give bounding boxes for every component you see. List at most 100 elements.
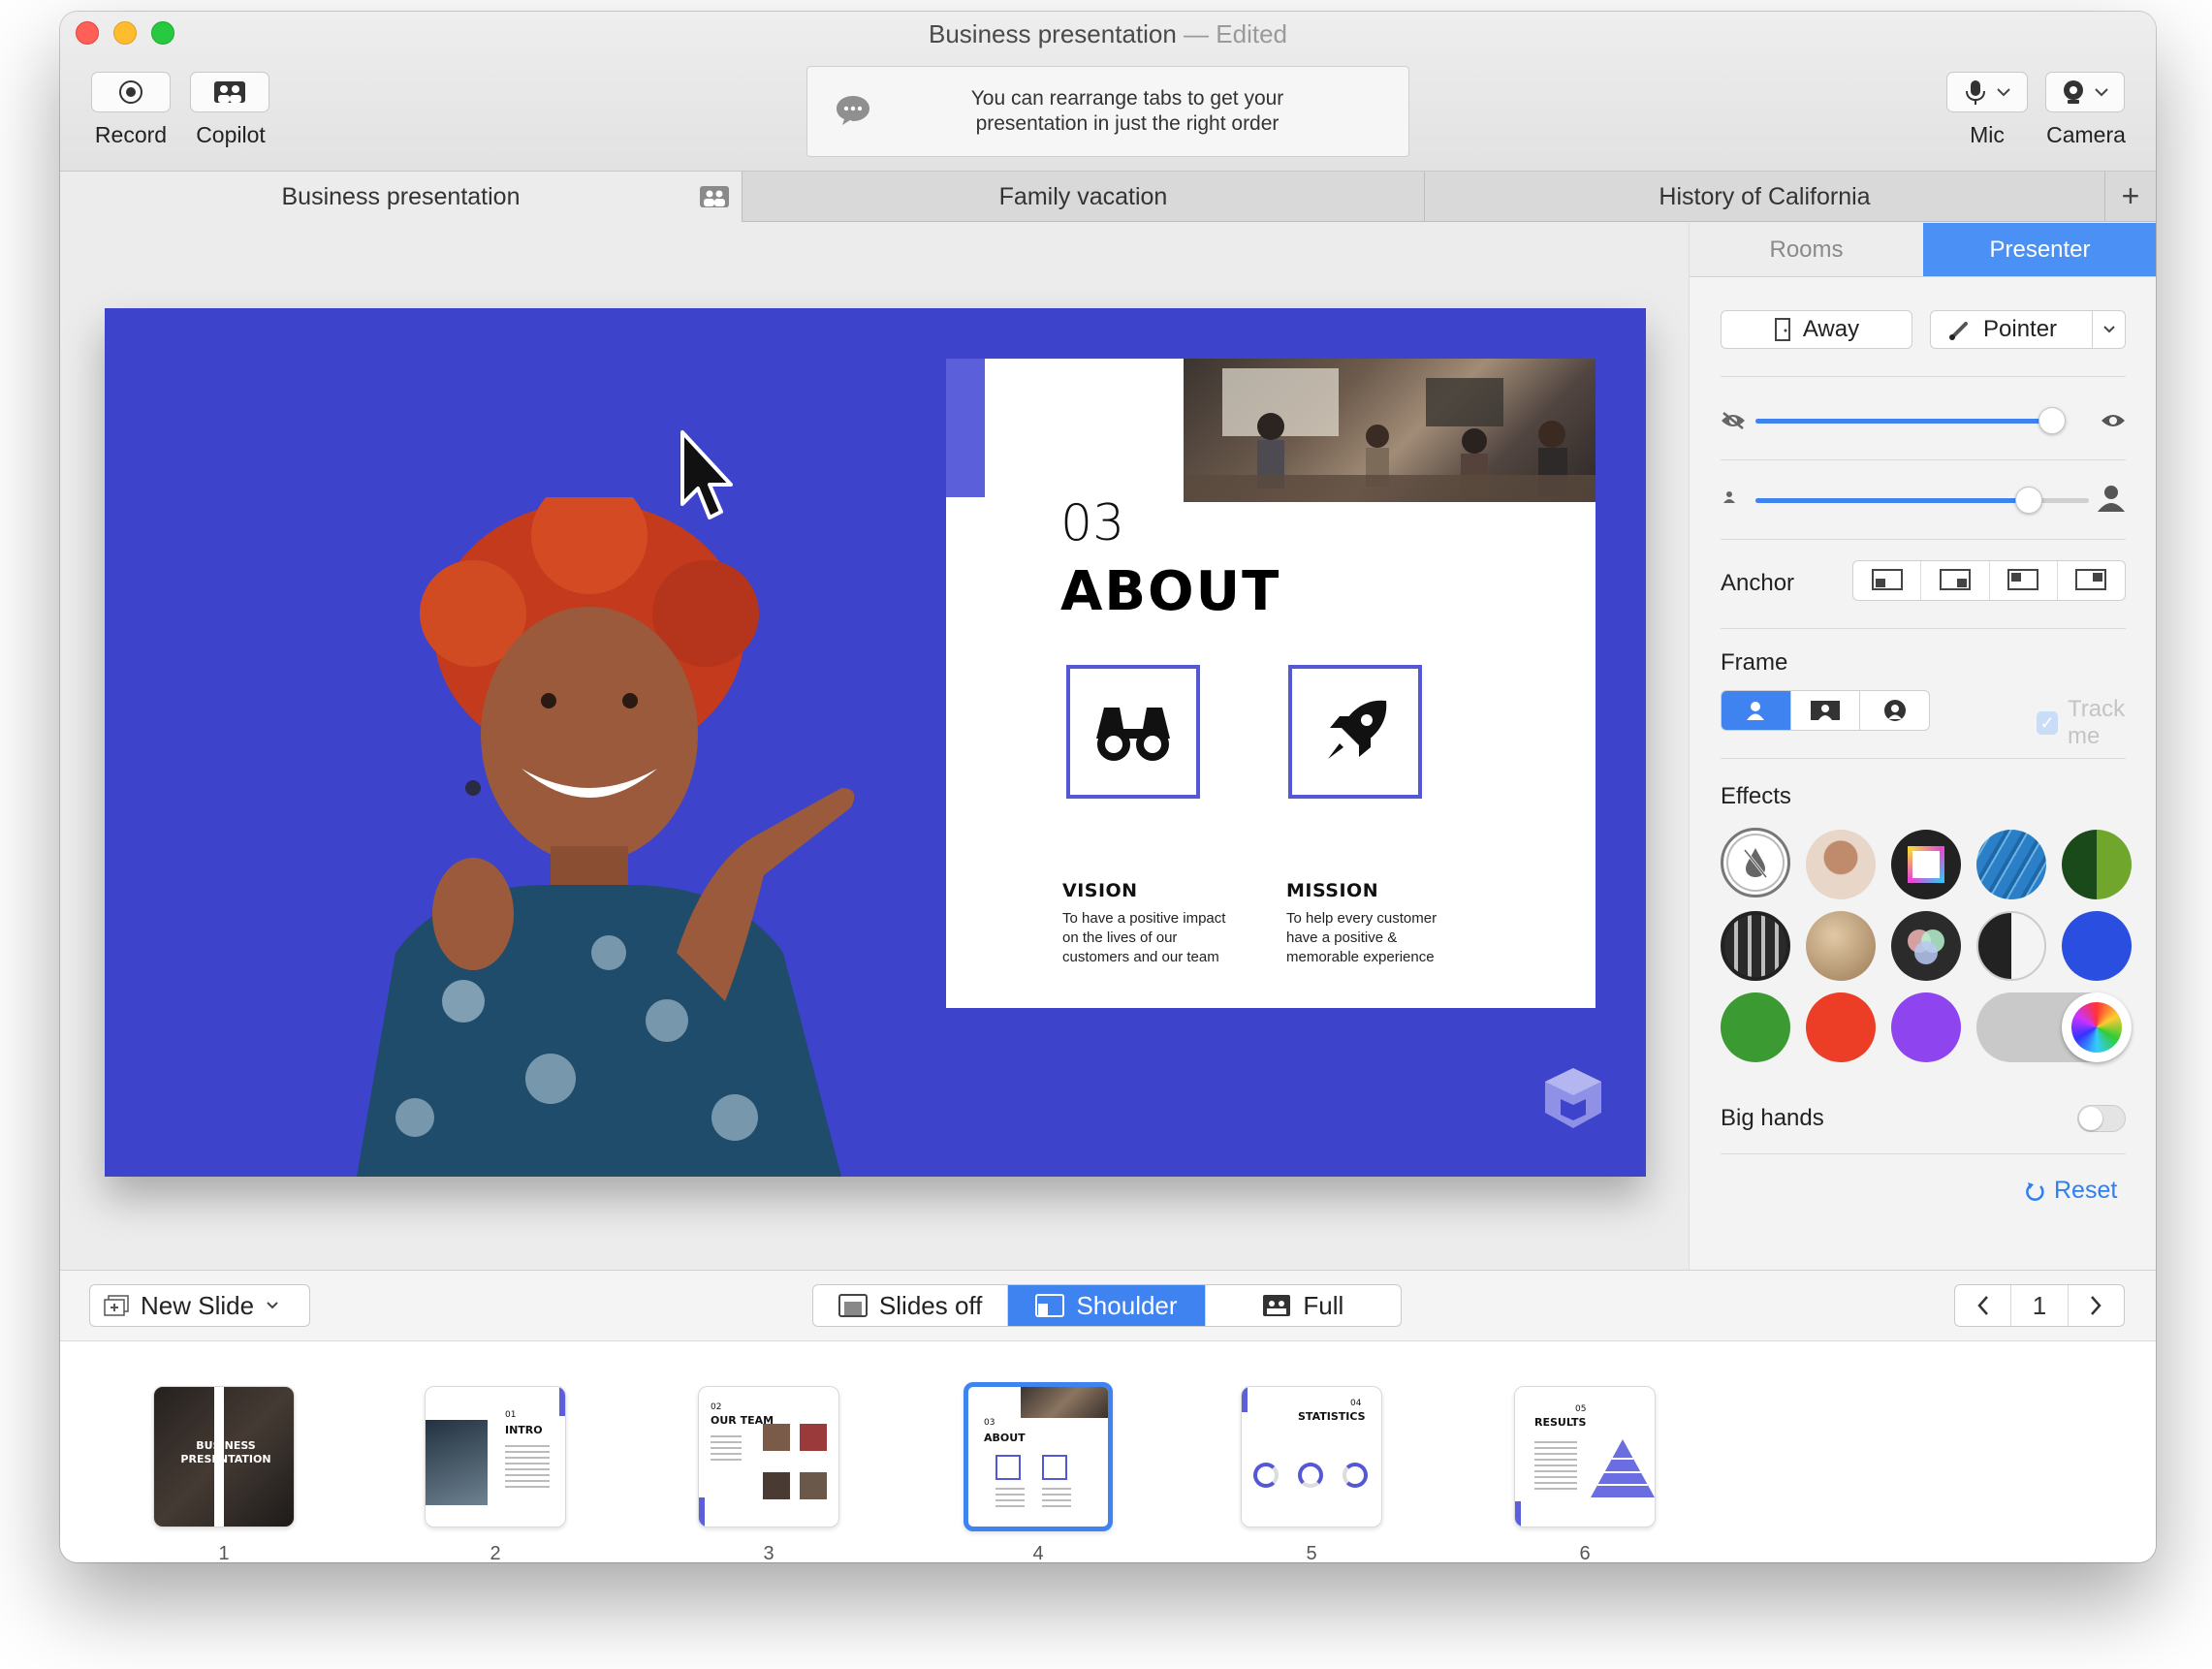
camera-button[interactable] bbox=[2045, 72, 2125, 112]
mic-button[interactable] bbox=[1946, 72, 2028, 112]
slide-thumbnail-3[interactable]: 02 OUR TEAM bbox=[698, 1386, 839, 1527]
thumbnail-title: STATISTICS bbox=[1298, 1410, 1366, 1423]
anchor-top-right-button[interactable] bbox=[2058, 561, 2125, 600]
frame-circle-button[interactable] bbox=[1860, 691, 1929, 730]
effect-film-button[interactable] bbox=[1721, 911, 1790, 981]
thumbnail-accent bbox=[1242, 1387, 1248, 1412]
logo-cube-icon bbox=[1545, 1068, 1601, 1128]
slide-thumbnail-2[interactable]: 01 INTRO bbox=[425, 1386, 566, 1527]
tab-business-presentation[interactable]: Business presentation bbox=[60, 172, 743, 222]
camera-label: Camera bbox=[2046, 122, 2126, 147]
slides-off-icon bbox=[837, 1294, 868, 1317]
team-photo bbox=[763, 1424, 790, 1451]
pointer-dropdown[interactable]: Pointer bbox=[1930, 310, 2126, 349]
anchor-top-right-icon bbox=[2075, 569, 2107, 590]
chevron-down-icon bbox=[2095, 88, 2108, 97]
anchor-top-left-button[interactable] bbox=[1990, 561, 2058, 600]
tab-family-vacation[interactable]: Family vacation bbox=[743, 172, 1425, 222]
copilot-button[interactable] bbox=[190, 72, 269, 112]
frame-person-button[interactable] bbox=[1722, 691, 1791, 730]
slide-pager: 1 bbox=[1954, 1284, 2125, 1327]
presenter-video bbox=[357, 497, 855, 1177]
slide-thumbnail-4[interactable]: 03 ABOUT bbox=[964, 1382, 1113, 1531]
effect-none-button[interactable] bbox=[1721, 828, 1790, 897]
meeting-photo-image bbox=[1184, 368, 1596, 502]
person-in-frame-icon bbox=[1811, 701, 1840, 720]
slide-thumbnail-6[interactable]: 05 RESULTS bbox=[1514, 1386, 1656, 1527]
mouse-cursor-icon bbox=[680, 430, 733, 520]
previous-slide-button[interactable] bbox=[1955, 1285, 2012, 1326]
meeting-photo bbox=[1184, 359, 1596, 502]
effect-contrast-button[interactable] bbox=[1976, 911, 2046, 981]
size-slider[interactable] bbox=[1755, 487, 2089, 514]
thumbnail-title: BUSINESS PRESENTATION bbox=[180, 1439, 271, 1465]
view-slides-off-button[interactable]: Slides off bbox=[813, 1285, 1009, 1326]
slide-canvas-area: 03 ABOUT VISION To have a positive impac… bbox=[60, 223, 1689, 1270]
thumbnail-number: 6 bbox=[1579, 1543, 1591, 1562]
slide-thumbnails: BUSINESS PRESENTATION 1 01 INTRO 2 02 OU… bbox=[60, 1341, 2156, 1562]
frame-rectangle-button[interactable] bbox=[1791, 691, 1861, 730]
view-label: Full bbox=[1303, 1290, 1344, 1320]
thumbnail-image bbox=[1021, 1387, 1108, 1418]
away-button[interactable]: Away bbox=[1721, 310, 1912, 349]
effect-color-mix-button[interactable] bbox=[1891, 911, 1961, 981]
add-tab-button[interactable]: + bbox=[2105, 172, 2156, 221]
track-me-checkbox[interactable]: ✓ Track me bbox=[2037, 696, 2156, 750]
visibility-slider-knob[interactable] bbox=[2038, 407, 2066, 434]
custom-color-button[interactable] bbox=[2062, 992, 2132, 1062]
slide-canvas[interactable]: 03 ABOUT VISION To have a positive impac… bbox=[105, 308, 1646, 1177]
slide-thumbnail-1[interactable]: BUSINESS PRESENTATION bbox=[153, 1386, 295, 1527]
next-slide-button[interactable] bbox=[2069, 1285, 2124, 1326]
tab-history-of-california[interactable]: History of California bbox=[1425, 172, 2105, 222]
record-icon bbox=[119, 80, 142, 104]
person-icon bbox=[1747, 702, 1765, 720]
effect-frame-button[interactable] bbox=[1891, 830, 1961, 899]
effect-sepia-button[interactable] bbox=[1806, 911, 1876, 981]
pointer-menu-toggle[interactable] bbox=[2092, 311, 2125, 348]
laser-pointer-icon bbox=[1949, 322, 1968, 340]
new-slide-button[interactable]: New Slide bbox=[89, 1284, 310, 1327]
rgb-circles-icon bbox=[1908, 929, 1944, 964]
mission-mini-box bbox=[1042, 1455, 1067, 1480]
record-button[interactable] bbox=[91, 72, 171, 112]
big-hands-toggle[interactable] bbox=[2077, 1105, 2126, 1132]
thumbnail-text-lines bbox=[505, 1445, 550, 1492]
vision-text: To have a positive impact on the lives o… bbox=[1062, 910, 1226, 965]
thumbnail-image bbox=[426, 1420, 488, 1505]
stat-ring bbox=[1343, 1463, 1368, 1488]
effect-blur-button[interactable] bbox=[1806, 830, 1876, 899]
visibility-slider[interactable] bbox=[1755, 407, 2066, 434]
anchor-bottom-left-button[interactable] bbox=[1853, 561, 1922, 600]
anchor-label: Anchor bbox=[1721, 570, 1795, 596]
thumbnail-number: 5 bbox=[1306, 1543, 1317, 1562]
size-slider-knob[interactable] bbox=[2015, 487, 2043, 514]
effect-green-tint-button[interactable] bbox=[1721, 992, 1790, 1062]
tab-presenter[interactable]: Presenter bbox=[1923, 223, 2156, 276]
view-full-button[interactable]: Full bbox=[1206, 1285, 1401, 1326]
effect-matrix-button[interactable] bbox=[2062, 830, 2132, 899]
anchor-bottom-right-icon bbox=[1939, 569, 1971, 590]
current-page[interactable]: 1 bbox=[2011, 1285, 2069, 1326]
thumbnail-text-lines bbox=[711, 1435, 742, 1464]
mission-heading: MISSION bbox=[1286, 880, 1379, 901]
effect-blue-tint-button[interactable] bbox=[2062, 911, 2132, 981]
webcam-icon bbox=[2064, 80, 2083, 104]
speech-bubble-icon bbox=[837, 96, 869, 125]
chevron-down-icon bbox=[2102, 326, 2115, 333]
tab-label: Family vacation bbox=[998, 182, 1168, 210]
thumbnail-accent bbox=[699, 1497, 705, 1527]
effect-red-tint-button[interactable] bbox=[1806, 992, 1876, 1062]
effect-glass-button[interactable] bbox=[1976, 830, 2046, 899]
mission-text: To help every customer have a positive &… bbox=[1286, 910, 1438, 965]
size-slider-fill bbox=[1755, 498, 2030, 503]
anchor-bottom-right-button[interactable] bbox=[1921, 561, 1990, 600]
tab-rooms[interactable]: Rooms bbox=[1690, 223, 1923, 276]
effect-purple-tint-button[interactable] bbox=[1891, 992, 1961, 1062]
record-label: Record bbox=[94, 122, 168, 147]
view-shoulder-button[interactable]: Shoulder bbox=[1008, 1285, 1206, 1326]
slide-thumbnail-5[interactable]: 04 STATISTICS bbox=[1241, 1386, 1382, 1527]
thumbnail-title: RESULTS bbox=[1534, 1416, 1587, 1429]
reset-button[interactable]: Reset bbox=[2025, 1177, 2117, 1205]
anchor-top-left-icon bbox=[2007, 569, 2039, 590]
chevron-down-icon bbox=[267, 1302, 278, 1309]
